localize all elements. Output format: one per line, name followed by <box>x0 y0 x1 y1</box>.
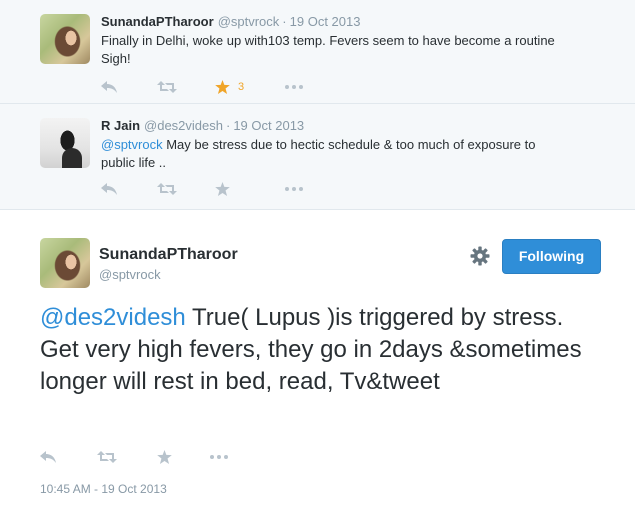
more-icon <box>210 455 228 459</box>
more-icon <box>285 187 303 191</box>
star-icon <box>215 80 230 94</box>
reply-icon <box>101 183 117 195</box>
ancestor-tweet[interactable]: R Jain @des2videsh · 19 Oct 2013 @sptvrock … <box>0 104 635 210</box>
mention-link[interactable]: @des2videsh <box>40 304 186 331</box>
retweet-icon <box>157 81 177 93</box>
tweet-date[interactable]: 19 Oct 2013 <box>233 118 304 133</box>
tweet-thread: SunandaPTharoor @sptvrock · 19 Oct 2013 Fin… <box>0 0 635 525</box>
tweet-text: @sptvrock May be stress due to hectic sc… <box>101 136 601 172</box>
tweet-actions: 3 <box>101 78 321 96</box>
tweet-text-line: Finally in Delhi, woke up with103 temp. … <box>101 33 555 48</box>
favorite-button[interactable] <box>215 180 230 198</box>
permalink-tweet: SunandaPTharoor @sptvrock Following @des… <box>0 210 635 525</box>
following-button[interactable]: Following <box>502 239 601 274</box>
favorite-button[interactable]: 3 <box>215 78 244 96</box>
retweet-icon <box>97 451 117 463</box>
more-button[interactable] <box>210 448 228 466</box>
tweet-text: @des2videsh True( Lupus )is triggered by… <box>40 302 600 398</box>
author-username[interactable]: @sptvrock <box>99 267 161 282</box>
tweet-text-line: public life .. <box>101 155 167 170</box>
ancestor-tweet[interactable]: SunandaPTharoor @sptvrock · 19 Oct 2013 Fin… <box>0 0 635 104</box>
tweet-actions <box>101 180 321 198</box>
reply-button[interactable] <box>101 180 117 198</box>
gear-icon <box>470 246 490 266</box>
tweet-date[interactable]: 19 Oct 2013 <box>290 14 361 29</box>
reply-icon <box>101 81 117 93</box>
star-icon <box>157 450 172 464</box>
author-fullname[interactable]: R Jain <box>101 118 140 133</box>
retweet-button[interactable] <box>157 180 177 198</box>
author-username[interactable]: @sptvrock <box>218 14 280 29</box>
tweet-text-line: @sptvrock May be stress due to hectic sc… <box>101 136 601 154</box>
avatar[interactable] <box>40 118 90 168</box>
star-icon <box>215 182 230 196</box>
favorite-button[interactable] <box>157 448 172 466</box>
reply-button[interactable] <box>40 448 56 466</box>
tweet-text: Finally in Delhi, woke up with103 temp. … <box>101 32 601 68</box>
tweet-text-segment: May be stress due to hectic schedule & t… <box>162 137 536 152</box>
author-username[interactable]: @des2videsh <box>144 118 223 133</box>
retweet-button[interactable] <box>157 78 177 96</box>
separator: · <box>282 14 287 29</box>
settings-button[interactable] <box>470 246 490 266</box>
author-fullname[interactable]: SunandaPTharoor <box>101 14 214 29</box>
author-fullname[interactable]: SunandaPTharoor <box>99 246 238 264</box>
tweet-header: SunandaPTharoor @sptvrock · 19 Oct 2013 <box>101 14 360 29</box>
reply-button[interactable] <box>101 78 117 96</box>
tweet-actions <box>40 448 260 466</box>
tweet-header: R Jain @des2videsh · 19 Oct 2013 <box>101 118 304 133</box>
tweet-timestamp[interactable]: 10:45 AM - 19 Oct 2013 <box>40 482 167 496</box>
more-button[interactable] <box>285 78 303 96</box>
mention-link[interactable]: @sptvrock <box>101 137 163 152</box>
more-button[interactable] <box>285 180 303 198</box>
retweet-button[interactable] <box>97 448 117 466</box>
retweet-icon <box>157 183 177 195</box>
favorite-count: 3 <box>238 81 245 93</box>
more-icon <box>285 85 303 89</box>
avatar[interactable] <box>40 14 90 64</box>
avatar[interactable] <box>40 238 90 288</box>
separator: · <box>225 118 231 133</box>
reply-icon <box>40 451 56 463</box>
tweet-text-line: Sigh! <box>101 51 131 66</box>
